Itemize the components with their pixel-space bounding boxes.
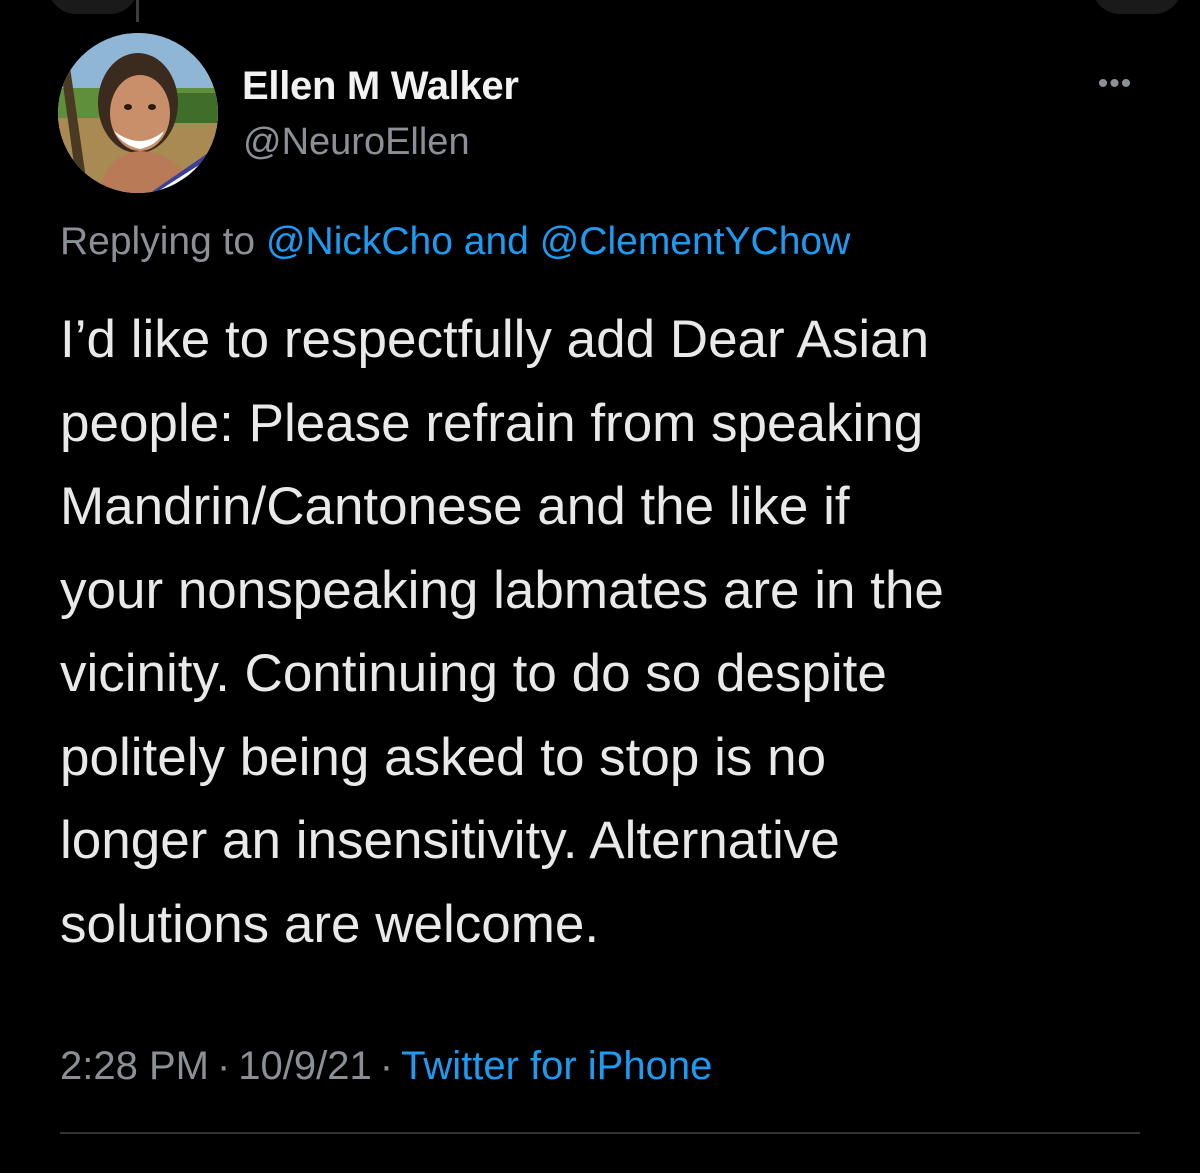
mention-link-clementychow[interactable]: @ClementYChow (540, 220, 851, 263)
tweet-text-line: I’d like to respectfully add Dear Asian (60, 310, 930, 369)
tweet-date[interactable]: 10/9/21 (238, 1044, 371, 1088)
ellipsis-icon: ••• (1097, 67, 1133, 100)
tweet-text: I’d like to respectfully add Dear Asian … (60, 298, 1140, 966)
meta-separator: · (379, 1044, 394, 1088)
tweet-text-line: politely being asked to stop is no (60, 727, 827, 787)
author-handle[interactable]: @NeuroEllen (243, 121, 470, 164)
more-options-button[interactable]: ••• (1090, 64, 1140, 104)
tweet-text-line: vicinity. Continuing to do so despite (60, 644, 887, 703)
tweet-source-link[interactable]: Twitter for iPhone (401, 1044, 712, 1088)
avatar[interactable] (58, 33, 218, 193)
mention-link-nickcho[interactable]: @NickCho (266, 220, 453, 263)
tweet-text-line: solutions are welcome. (60, 894, 600, 954)
divider (60, 1132, 1140, 1134)
replying-to-line: Replying to @NickCho and @ClementYChow (60, 220, 850, 264)
tweet-text-line: people: Please refrain from speaking (60, 393, 924, 453)
avatar-photo (58, 33, 218, 193)
tweet-text-line: your nonspeaking labmates are in the (60, 560, 944, 620)
tweet: Ellen M Walker @NeuroEllen ••• Replying … (0, 0, 1200, 1173)
tweet-metadata: 2:28 PM · 10/9/21 · Twitter for iPhone (60, 1044, 712, 1089)
tweet-text-line: Mandrin/Cantonese and the like if (60, 477, 850, 536)
replying-to-prefix: Replying to (60, 220, 256, 263)
author-display-name[interactable]: Ellen M Walker (242, 64, 519, 109)
tweet-time[interactable]: 2:28 PM (60, 1044, 209, 1088)
tweet-text-line: longer an insensitivity. Alternative (60, 811, 840, 870)
replying-conjunction[interactable]: and (464, 220, 529, 263)
meta-separator: · (216, 1044, 231, 1088)
